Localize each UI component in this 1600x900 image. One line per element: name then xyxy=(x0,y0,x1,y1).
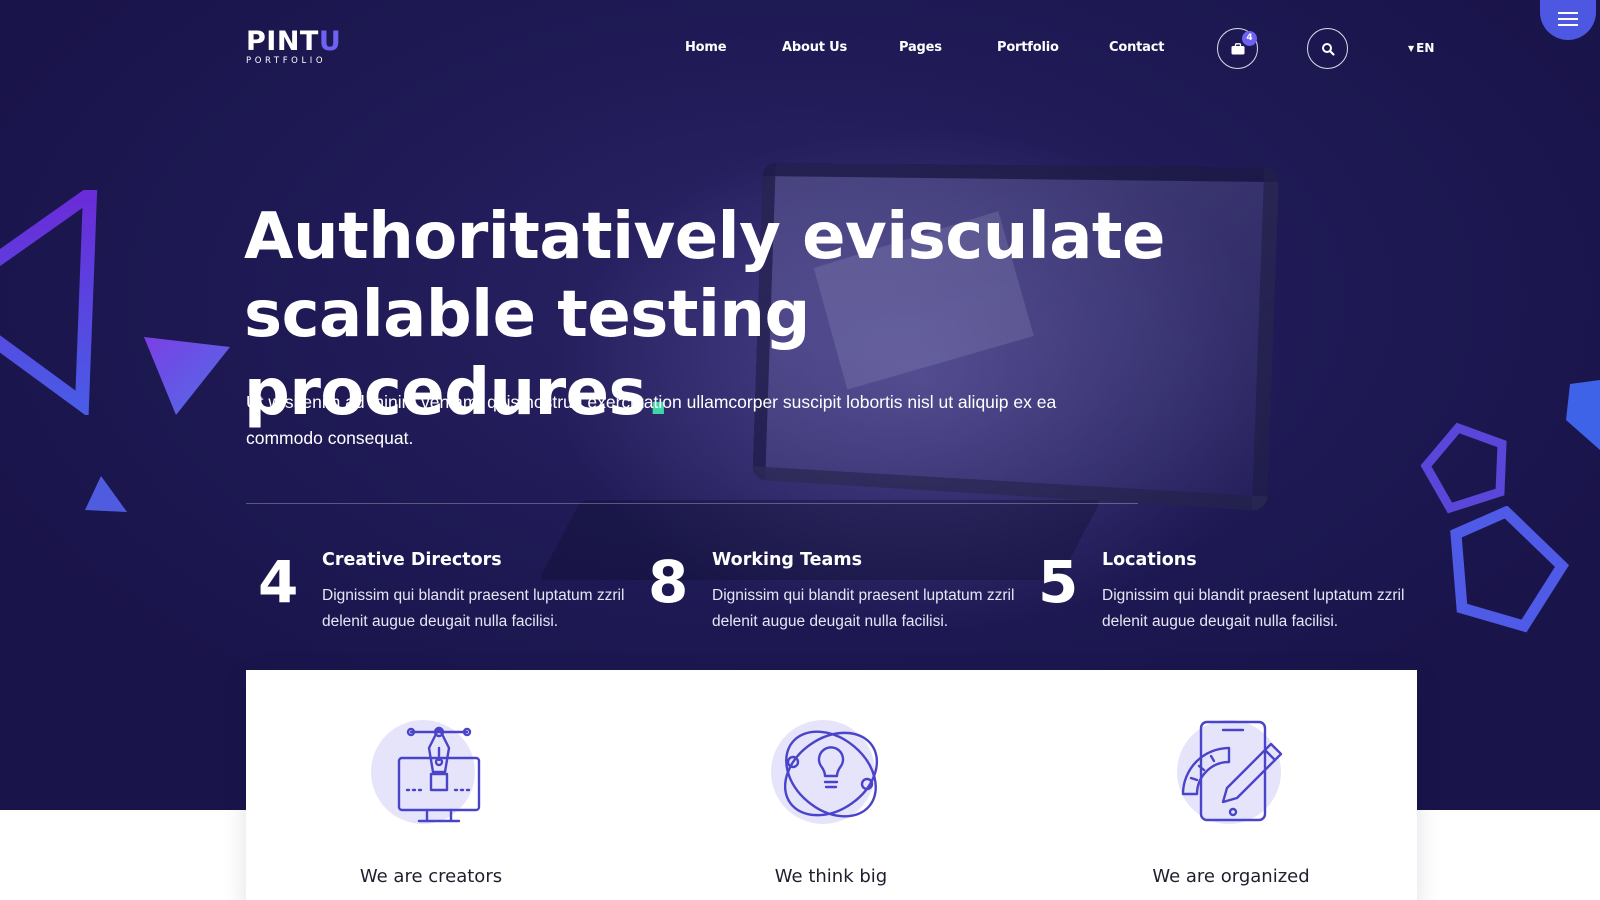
stat-title: Creative Directors xyxy=(322,550,502,570)
stat-title: Locations xyxy=(1102,550,1197,570)
stat-title: Working Teams xyxy=(712,550,862,570)
nav-about-us[interactable]: About Us xyxy=(782,40,847,55)
decorative-small-triangle xyxy=(85,476,127,512)
pen-tool-monitor-icon xyxy=(371,714,491,834)
hero-lead-text: Ut wisi enim ad minim veniam, quis nostr… xyxy=(246,392,1057,448)
feature-label: We are organized xyxy=(1152,866,1310,887)
hero-divider xyxy=(246,503,1138,504)
stat-description: Dignissim qui blandit praesent luptatum … xyxy=(712,587,1015,630)
nav-pages[interactable]: Pages xyxy=(899,40,942,55)
stat-number: 4 xyxy=(258,548,299,616)
language-selector[interactable]: ▼ EN xyxy=(1408,41,1434,55)
feature-label: We are creators xyxy=(359,866,503,887)
decorative-pentagon-small xyxy=(1420,422,1507,514)
stat-number: 5 xyxy=(1038,548,1079,616)
search-icon xyxy=(1321,42,1334,55)
decorative-pentagon-large xyxy=(1450,506,1570,633)
search-button[interactable] xyxy=(1307,28,1348,69)
stat-description: Dignissim qui blandit praesent luptatum … xyxy=(322,587,625,630)
stat-description: Dignissim qui blandit praesent luptatum … xyxy=(1102,587,1405,630)
decorative-edge-shape xyxy=(1566,380,1600,450)
decorative-triangle-outline xyxy=(0,190,98,415)
lightbulb-orbit-icon xyxy=(771,714,891,834)
hamburger-icon xyxy=(1558,12,1578,14)
nav-contact[interactable]: Contact xyxy=(1109,40,1164,55)
headline-line-1: Authoritatively evisculate xyxy=(244,200,1165,274)
feature-think-big: We think big xyxy=(681,714,981,887)
caret-down-icon: ▼ xyxy=(1408,44,1415,53)
stat-number: 8 xyxy=(648,548,689,616)
feature-label: We think big xyxy=(774,866,888,887)
nav-portfolio[interactable]: Portfolio xyxy=(997,40,1059,55)
features-card: We are creators We think big We are orga… xyxy=(246,670,1417,900)
tablet-pencil-icon xyxy=(1171,714,1291,834)
feature-organized: We are organized xyxy=(1081,714,1381,887)
main-nav: Home About Us Pages Portfolio Contact xyxy=(0,40,1600,58)
language-label: EN xyxy=(1416,41,1435,55)
feature-creators: We are creators xyxy=(281,714,581,887)
briefcase-icon xyxy=(1231,42,1244,54)
decorative-triangle xyxy=(144,337,230,415)
nav-home[interactable]: Home xyxy=(685,40,727,55)
cart-count-badge: 4 xyxy=(1242,31,1257,46)
cart-button[interactable]: 4 xyxy=(1217,28,1258,69)
